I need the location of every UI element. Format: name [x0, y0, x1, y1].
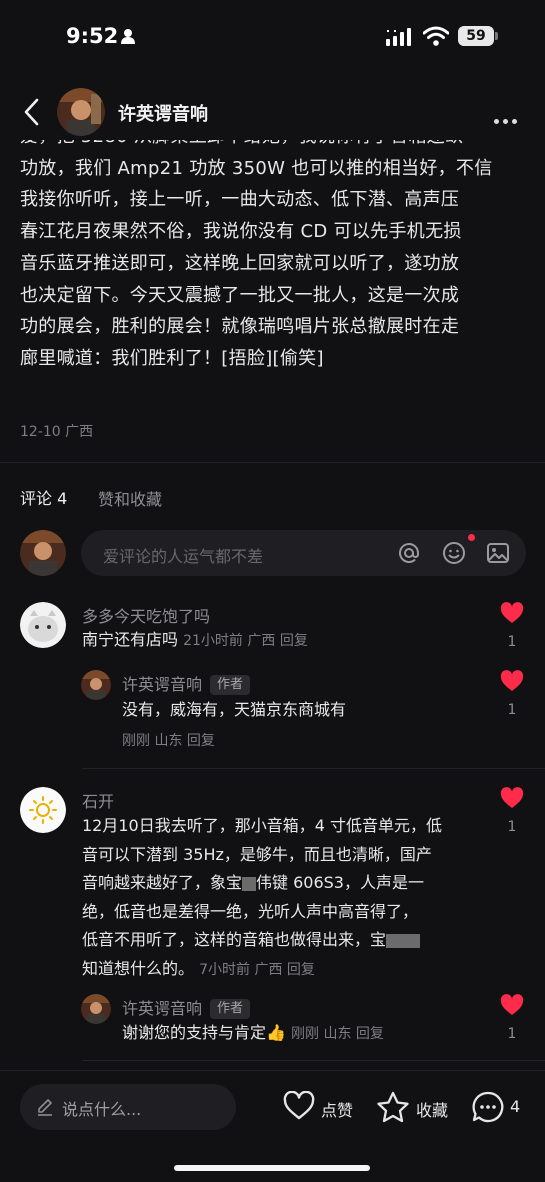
- comment-fragment: 音响越来越好了，象宝: [82, 873, 243, 892]
- reply-author-label: 许英谔音响: [122, 999, 203, 1018]
- comment-item: 石开 12月10日我去听了，那小音箱，4 寸低音单元，低 音可以下潜到 35Hz…: [0, 783, 545, 1058]
- pen-icon: [38, 1099, 52, 1116]
- post-content: 爱，把 5280 从脚架上卸下给她，我说你有了音箱还缺 功放，我们 Amp21 …: [20, 140, 525, 398]
- comment-tabs: 评论 4 赞和收藏: [20, 485, 162, 509]
- comment-line: 音响越来越好了，象宝 伟键 606S3，人声是一: [82, 869, 442, 898]
- collect-label: 收藏: [416, 1101, 449, 1120]
- author-badge: 作者: [210, 675, 251, 695]
- commenter-avatar[interactable]: [20, 787, 66, 833]
- divider: [82, 768, 545, 769]
- reply-like-button[interactable]: 1: [497, 670, 527, 718]
- reply-meta[interactable]: 刚刚 山东 回复: [122, 730, 215, 750]
- tab-comments[interactable]: 评论 4: [20, 489, 67, 508]
- author-avatar[interactable]: [57, 88, 105, 136]
- comment-line: 知道想什么的。 7小时前 广西 回复: [82, 955, 442, 985]
- post-line: 也决定留下。今天又震撼了一批又一批人，这是一次成: [20, 284, 460, 306]
- battery-tip: [495, 32, 498, 40]
- reply-body: 谢谢您的支持与肯定👍: [122, 1023, 286, 1042]
- reply-text: 谢谢您的支持与肯定👍 刚刚 山东 回复: [122, 1019, 384, 1049]
- post-line: 廊里喊道：我们胜利了！[捂脸][偷笑]: [20, 347, 324, 369]
- post-line: 春江花月夜果然不俗，我说你没有 CD 可以先手机无损: [20, 221, 462, 243]
- comment-meta[interactable]: 7小时前 广西 回复: [199, 962, 315, 978]
- heart-outline-icon: [283, 1090, 315, 1120]
- back-chevron-icon[interactable]: [18, 96, 46, 128]
- comment-body: 南宁还有店吗: [82, 630, 179, 649]
- redacted-block: [242, 876, 257, 891]
- emoji-icon[interactable]: [442, 541, 466, 565]
- status-time: 9:52: [66, 24, 119, 48]
- like-post-label: 点赞: [321, 1101, 354, 1120]
- person-icon: [121, 29, 135, 44]
- comment-line: 12月10日我去听了，那小音箱，4 寸低音单元，低: [82, 816, 442, 835]
- like-post-button[interactable]: 点赞: [283, 1090, 353, 1125]
- post-header: 许英谔音响: [0, 84, 545, 140]
- comment-count: 4: [510, 1097, 521, 1116]
- comment-text: 12月10日我去听了，那小音箱，4 寸低音单元，低 音可以下潜到 35Hz，是够…: [82, 812, 442, 984]
- image-icon[interactable]: [486, 541, 510, 565]
- emoji-notification-dot: [468, 534, 475, 541]
- comment-bubble-icon: [472, 1091, 504, 1123]
- mention-icon[interactable]: [397, 541, 421, 565]
- reply-author-name[interactable]: 许英谔音响 作者: [122, 671, 251, 695]
- comment-button[interactable]: 4: [471, 1091, 520, 1127]
- bottom-action-bar: 说点什么... 点赞 收藏 4: [0, 1070, 545, 1182]
- like-count: 1: [507, 1026, 517, 1042]
- comment-meta[interactable]: 21小时前 广西 回复: [183, 633, 308, 649]
- author-badge: 作者: [210, 999, 251, 1019]
- heart-filled-icon: [500, 670, 524, 691]
- heart-filled-icon: [500, 787, 524, 808]
- comment-fragment: 伟键 606S3，人声是一: [256, 873, 424, 892]
- comment-text: 南宁还有店吗 21小时前 广西 回复: [82, 626, 308, 656]
- collect-button[interactable]: 收藏: [376, 1091, 448, 1127]
- divider: [0, 462, 545, 463]
- comment-item: 多多今天吃饱了吗 南宁还有店吗 21小时前 广西 回复 1 许英谔音响 作者 没有…: [0, 598, 545, 758]
- commenter-name[interactable]: 多多今天吃饱了吗: [82, 603, 210, 627]
- reply-like-button[interactable]: 1: [497, 994, 527, 1042]
- my-avatar: [20, 530, 66, 576]
- post-line: 功放，我们 Amp21 功放 350W 也可以推的相当好，不信: [20, 157, 493, 179]
- commenter-name[interactable]: 石开: [82, 788, 114, 812]
- say-something-placeholder: 说点什么...: [62, 1100, 142, 1119]
- redacted-block: [386, 933, 421, 948]
- comment-fragment: 低音不用听了，这样的音箱也做得出来，宝: [82, 930, 387, 949]
- heart-filled-icon: [500, 994, 524, 1015]
- home-indicator[interactable]: [174, 1165, 370, 1171]
- post-line: 爱，把 5280 从脚架上卸下给她，我说你有了音箱还缺: [20, 140, 525, 153]
- signal-icon: [386, 28, 411, 46]
- commenter-avatar[interactable]: [20, 602, 66, 648]
- post-line: 我接你听听，接上一听，一曲大动态、低下潜、高声压: [20, 189, 460, 211]
- status-bar: 9:52 59: [0, 0, 545, 70]
- comment-input-placeholder: 爱评论的人运气都不差: [103, 547, 264, 566]
- star-outline-icon: [377, 1091, 409, 1123]
- tab-likes-collects[interactable]: 赞和收藏: [98, 486, 162, 510]
- comment-line: 绝，低音也是差得一绝，光听人声中高音得了，: [82, 901, 419, 921]
- author-name[interactable]: 许英谔音响: [118, 100, 208, 126]
- comment-line: 音可以下潜到 35Hz，是够牛，而且也清晰，国产: [82, 844, 432, 864]
- reply-author-name[interactable]: 许英谔音响 作者: [122, 995, 251, 1019]
- like-count: 1: [507, 819, 517, 835]
- reply-author-label: 许英谔音响: [122, 675, 203, 694]
- post-line: 音乐蓝牙推送即可，这样晚上回家就可以听了，遂功放: [20, 252, 460, 274]
- like-button[interactable]: 1: [497, 602, 527, 650]
- more-options-icon[interactable]: [494, 109, 521, 128]
- wifi-icon: [423, 26, 449, 46]
- like-button[interactable]: 1: [497, 787, 527, 835]
- post-date-location: 12-10 广西: [20, 424, 94, 440]
- like-count: 1: [507, 702, 517, 718]
- reply-avatar[interactable]: [81, 994, 111, 1024]
- like-count: 1: [507, 634, 517, 650]
- comment-line: 低音不用听了，这样的音箱也做得出来，宝: [82, 926, 442, 955]
- reply-avatar[interactable]: [81, 670, 111, 700]
- reply-text: 没有，威海有，天猫京东商城有: [122, 700, 347, 719]
- comment-fragment: 知道想什么的。: [82, 958, 195, 978]
- heart-filled-icon: [500, 602, 524, 623]
- say-something-input[interactable]: 说点什么...: [20, 1084, 236, 1130]
- battery-icon: 59: [458, 26, 494, 46]
- post-line: 功的展会，胜利的展会！就像瑞鸣唱片张总撤展时在走: [20, 316, 460, 338]
- comment-input[interactable]: 爱评论的人运气都不差: [81, 530, 526, 576]
- reply-meta[interactable]: 刚刚 山东 回复: [291, 1026, 384, 1042]
- divider: [82, 1060, 545, 1061]
